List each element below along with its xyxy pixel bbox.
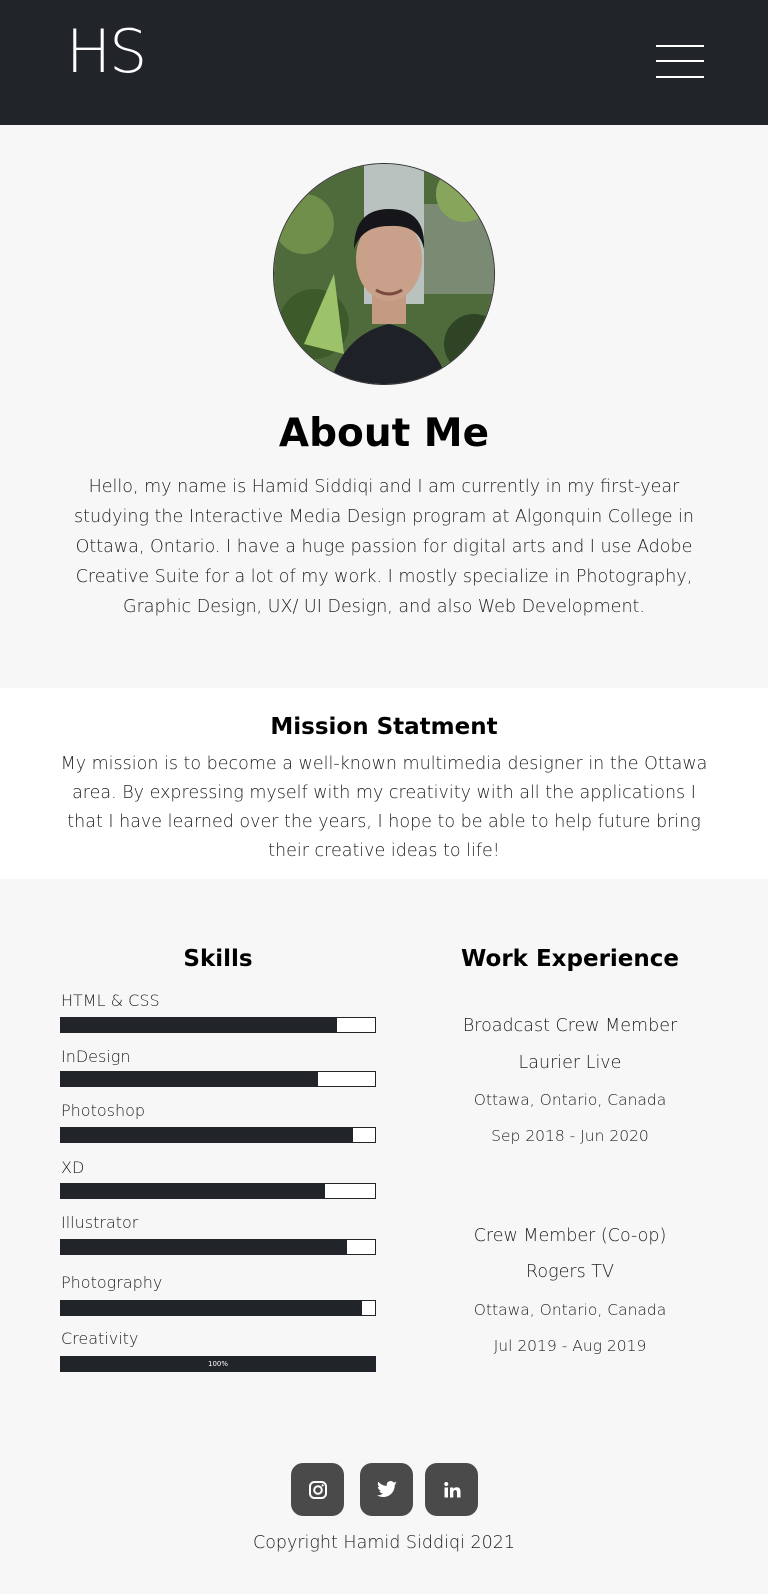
skill-bar-fill xyxy=(61,1240,347,1254)
job-location: Ottawa, Ontario, Canada xyxy=(473,1301,667,1319)
skill-bar-fill xyxy=(61,1301,363,1315)
skill-bar-fill: 100% xyxy=(61,1357,375,1371)
mission-body: My mission is to become a well-known mul… xyxy=(60,754,708,861)
copyright-text: Copyright Hamid Siddiqi 2021 xyxy=(252,1533,516,1553)
profile-photo xyxy=(273,163,495,385)
skill-label: InDesign xyxy=(61,1047,131,1066)
skill-bar xyxy=(60,1300,376,1316)
job-role: Broadcast Crew Member xyxy=(462,1016,678,1036)
job-dates: Jul 2019 - Aug 2019 xyxy=(493,1337,647,1355)
skill-label: Illustrator xyxy=(61,1213,139,1232)
job-dates: Sep 2018 - Jun 2020 xyxy=(491,1127,649,1145)
about-title: About Me xyxy=(278,411,490,456)
mission-title: Mission Statment xyxy=(270,714,498,740)
skills-title: Skills xyxy=(183,946,253,972)
job-location: Ottawa, Ontario, Canada xyxy=(473,1091,667,1109)
skill-label: Photoshop xyxy=(61,1101,146,1120)
mission-section: Mission Statment My mission is to become… xyxy=(0,688,768,879)
twitter-icon[interactable] xyxy=(360,1463,413,1516)
skill-bar-fill xyxy=(61,1128,354,1142)
hamburger-menu-icon[interactable] xyxy=(656,45,704,78)
skill-bar xyxy=(60,1183,376,1199)
job-company: Rogers TV xyxy=(526,1262,614,1282)
skill-bar xyxy=(60,1127,376,1143)
job-company: Laurier Live xyxy=(518,1053,622,1073)
skill-label: XD xyxy=(61,1158,85,1177)
about-section: About Me Hello, my name is Hamid Siddiqi… xyxy=(0,125,768,687)
site-logo[interactable]: HS xyxy=(66,22,147,82)
skill-bar-fill xyxy=(61,1184,325,1198)
linkedin-icon[interactable] xyxy=(425,1463,478,1516)
skill-bar xyxy=(60,1239,376,1255)
skill-bar-fill xyxy=(61,1072,319,1086)
skill-bar xyxy=(60,1017,376,1033)
job-role: Crew Member (Co-op) xyxy=(473,1226,667,1246)
skill-label: Photography xyxy=(61,1273,163,1292)
skill-bar xyxy=(60,1071,376,1087)
about-body: Hello, my name is Hamid Siddiqi and I am… xyxy=(73,477,695,617)
skill-label: Creativity xyxy=(61,1329,139,1348)
instagram-icon[interactable] xyxy=(291,1463,344,1516)
skill-bar: 100% xyxy=(60,1356,376,1372)
skill-label: HTML & CSS xyxy=(61,991,160,1010)
skill-bar-fill xyxy=(61,1018,338,1032)
site-header: HS xyxy=(0,0,768,125)
work-title: Work Experience xyxy=(460,946,680,972)
